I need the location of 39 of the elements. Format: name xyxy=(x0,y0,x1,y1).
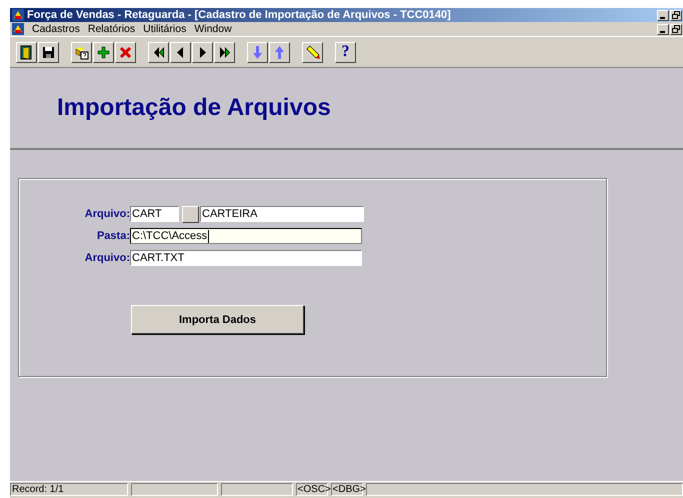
plus-icon xyxy=(95,44,112,60)
menu-item[interactable]: Window xyxy=(194,23,232,35)
description-field[interactable]: CARTEIRA xyxy=(200,206,364,222)
query-button[interactable] xyxy=(71,42,92,62)
app-icon xyxy=(12,23,24,35)
restore-button[interactable] xyxy=(670,10,682,20)
record-counter: Record: 1/1 xyxy=(10,483,128,496)
status-indicator: <OSC> xyxy=(296,483,328,496)
import-button[interactable]: Importa Dados xyxy=(131,305,304,334)
status-indicator: <DBG> xyxy=(330,483,363,496)
delete-button[interactable] xyxy=(115,42,136,62)
field-label: Pasta: xyxy=(96,230,130,242)
field-label: Arquivo: xyxy=(84,208,130,220)
minimize-button[interactable] xyxy=(657,24,669,34)
next-button[interactable] xyxy=(192,42,213,62)
window-title: Força de Vendas - Retaguarda - [Cadastro de Importação de Arquivos - TCC0140] xyxy=(27,9,451,21)
first-button[interactable] xyxy=(148,42,169,62)
add-button[interactable] xyxy=(93,42,114,62)
up-button[interactable] xyxy=(269,42,290,62)
page-heading: Importação de Arquivos xyxy=(57,94,331,122)
app-icon xyxy=(12,9,24,21)
down-button[interactable] xyxy=(247,42,268,62)
file-field[interactable]: CART.TXT xyxy=(130,250,362,266)
minimize-button[interactable] xyxy=(657,10,669,20)
pencil-icon xyxy=(304,44,321,60)
save-button[interactable] xyxy=(38,42,59,62)
help-button[interactable]: ? xyxy=(335,42,356,62)
edit-button[interactable] xyxy=(302,42,323,62)
menu-item[interactable]: Relatórios xyxy=(88,23,136,35)
field-label: Arquivo: xyxy=(84,252,130,264)
menu-item[interactable]: Cadastros xyxy=(32,23,80,35)
code-field[interactable]: CART xyxy=(130,206,179,222)
prev-button[interactable] xyxy=(170,42,191,62)
last-button[interactable] xyxy=(214,42,235,62)
lookup-button[interactable] xyxy=(182,206,199,222)
folder-field[interactable]: C:\TCC\Access xyxy=(130,228,362,244)
restore-button[interactable] xyxy=(670,24,682,34)
exit-button[interactable] xyxy=(16,42,37,62)
menu-item[interactable]: Utilitários xyxy=(143,23,186,35)
